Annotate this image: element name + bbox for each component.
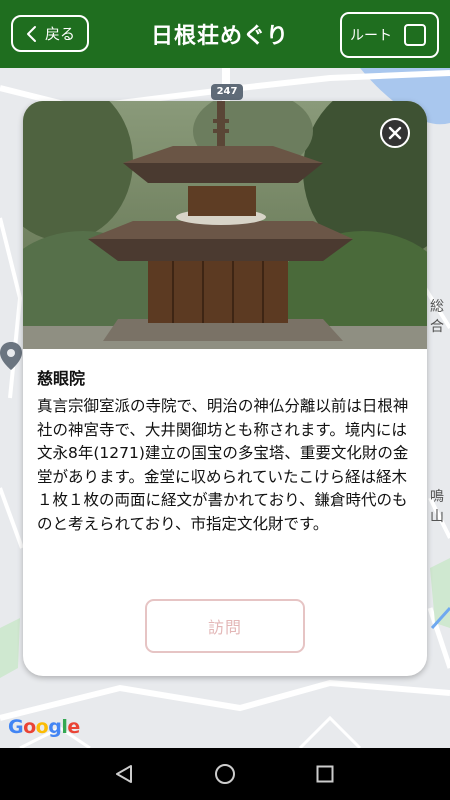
map-label-east-2: 鳴山 — [430, 489, 444, 525]
route-checkbox[interactable] — [404, 24, 426, 46]
place-detail-card: 慈眼院 真言宗御室派の寺院で、明治の神仏分離以前は日根神社の神宮寺で、大井関御坊… — [23, 101, 427, 676]
triangle-back-icon[interactable] — [114, 764, 134, 784]
route-toggle-button[interactable]: ルート — [340, 12, 439, 58]
circle-home-icon[interactable] — [214, 763, 236, 785]
page-title: 日根荘めぐり — [150, 24, 289, 49]
route-label: ルート — [350, 28, 392, 44]
visit-button[interactable]: 訪問 — [145, 599, 305, 653]
square-recents-icon[interactable] — [316, 765, 334, 783]
close-button[interactable] — [380, 118, 410, 148]
place-description: 真言宗御室派の寺院で、明治の神仏分離以前は日根神社の神宮寺で、大井関御坊とも称さ… — [37, 397, 409, 533]
back-label: 戻る — [44, 25, 75, 43]
google-logo: Google — [8, 716, 80, 738]
place-name: 慈眼院 — [37, 369, 86, 388]
map-label-east: 総合 — [430, 299, 444, 335]
route-number-shield: 247 — [211, 84, 243, 100]
chevron-left-icon — [26, 25, 36, 42]
system-nav-bar — [0, 748, 450, 800]
close-icon — [388, 126, 402, 140]
temple-photo — [23, 101, 427, 349]
back-button[interactable]: 戻る — [11, 15, 89, 52]
map-pin-icon[interactable] — [0, 342, 22, 370]
app-header: 戻る 日根荘めぐり ルート — [0, 0, 450, 68]
